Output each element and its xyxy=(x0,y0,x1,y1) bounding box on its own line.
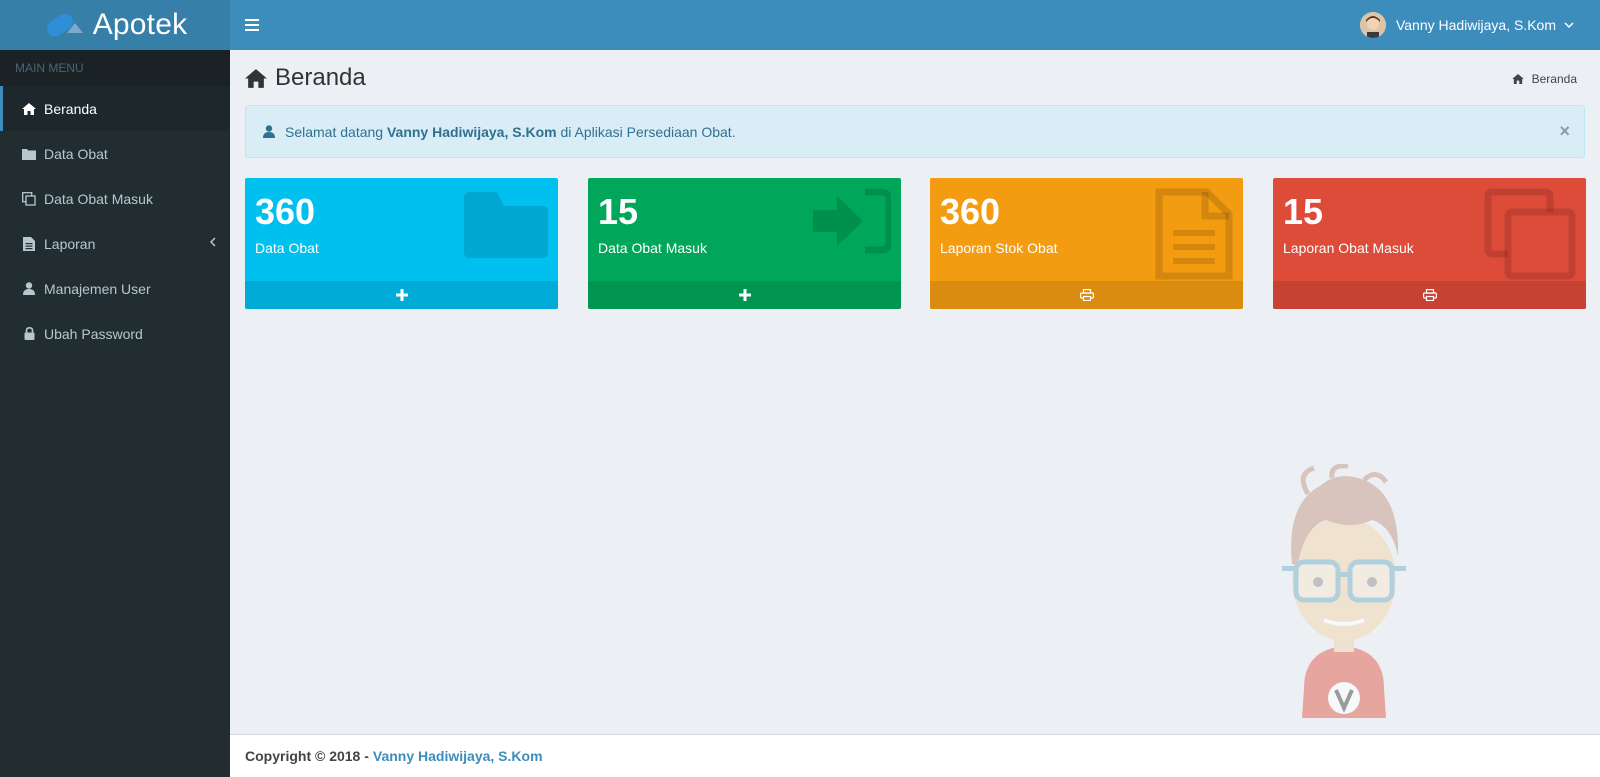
page-header: Beranda xyxy=(245,64,366,92)
sidebar-item-data-obat-masuk[interactable]: Data Obat Masuk xyxy=(0,176,230,221)
breadcrumb-item[interactable]: Beranda xyxy=(1532,72,1577,86)
sidebar-item-manajemen-user[interactable]: Manajemen User xyxy=(0,266,230,311)
stat-box-data-obat-masuk: 15 Data Obat Masuk xyxy=(588,178,901,309)
sidebar-item-laporan[interactable]: Laporan xyxy=(0,221,230,266)
print-icon xyxy=(1422,289,1437,301)
plus-icon xyxy=(738,289,751,301)
avatar xyxy=(1359,12,1386,38)
sidebar-item-label: Manajemen User xyxy=(44,280,151,297)
folder-icon xyxy=(464,192,548,258)
page-title: Beranda xyxy=(275,64,366,91)
home-icon xyxy=(1511,74,1524,84)
home-icon xyxy=(21,101,37,117)
copyright-text: Copyright © 2018 - xyxy=(245,748,369,764)
stat-boxes: 360 Data Obat 15 Data Obat Masuk 360 Lap… xyxy=(245,178,1586,310)
chevron-left-icon xyxy=(209,237,216,247)
user-menu[interactable]: Vanny Hadiwijaya, S.Kom xyxy=(1359,0,1574,50)
sidebar-toggle-button[interactable] xyxy=(230,0,274,50)
user-icon xyxy=(21,281,37,297)
app-name: Apotek xyxy=(92,8,188,41)
file-text-icon xyxy=(1155,188,1233,280)
add-data-obat-button[interactable] xyxy=(245,281,558,309)
copy-icon xyxy=(1484,188,1576,280)
breadcrumb[interactable]: Beranda xyxy=(1511,72,1577,86)
app-logo[interactable]: Apotek xyxy=(0,0,230,50)
file-icon xyxy=(21,236,37,252)
print-icon xyxy=(1079,289,1094,301)
chevron-down-icon xyxy=(1564,22,1574,29)
sidebar: MAIN MENU Beranda Data Obat Data Obat Ma… xyxy=(0,50,230,777)
sidebar-item-ubah-password[interactable]: Ubah Password xyxy=(0,311,230,356)
stat-box-data-obat: 360 Data Obat xyxy=(245,178,558,309)
copy-icon xyxy=(21,191,37,207)
close-icon[interactable]: × xyxy=(1559,121,1570,142)
sidebar-item-label: Data Obat xyxy=(44,145,108,162)
alert-user-name: Vanny Hadiwijaya, S.Kom xyxy=(386,123,557,140)
sidebar-item-data-obat[interactable]: Data Obat xyxy=(0,131,230,176)
alert-suffix: di Aplikasi Persediaan Obat. xyxy=(560,123,736,140)
sidebar-item-label: Laporan xyxy=(44,235,96,252)
pill-icon xyxy=(46,13,83,37)
user-name: Vanny Hadiwijaya, S.Kom xyxy=(1395,17,1556,33)
sign-in-icon xyxy=(813,188,891,254)
menu-header: MAIN MENU xyxy=(0,50,230,86)
top-navbar: Apotek Vanny Hadiwijaya, S.Kom xyxy=(0,0,1600,50)
main-content: Beranda Beranda Selamat datang Vanny Had… xyxy=(230,50,1600,734)
welcome-alert: Selamat datang Vanny Hadiwijaya, S.Kom d… xyxy=(245,105,1585,158)
folder-icon xyxy=(21,146,37,162)
hamburger-icon xyxy=(245,19,259,31)
sidebar-item-label: Ubah Password xyxy=(44,325,143,342)
print-stok-obat-button[interactable] xyxy=(930,281,1243,309)
plus-icon xyxy=(395,289,408,301)
author-link[interactable]: Vanny Hadiwijaya, S.Kom xyxy=(373,748,543,764)
print-obat-masuk-button[interactable] xyxy=(1273,281,1586,309)
stat-box-laporan-obat-masuk: 15 Laporan Obat Masuk xyxy=(1273,178,1586,309)
stat-box-laporan-stok-obat: 360 Laporan Stok Obat xyxy=(930,178,1243,309)
user-icon xyxy=(263,125,275,138)
sidebar-item-label: Data Obat Masuk xyxy=(44,190,153,207)
sidebar-item-beranda[interactable]: Beranda xyxy=(0,86,230,131)
home-icon xyxy=(245,68,267,88)
alert-prefix: Selamat datang xyxy=(285,123,384,140)
page-footer: Copyright © 2018 - Vanny Hadiwijaya, S.K… xyxy=(230,734,1600,777)
lock-icon xyxy=(21,326,37,342)
add-data-obat-masuk-button[interactable] xyxy=(588,281,901,309)
mascot-illustration xyxy=(1282,464,1406,718)
sidebar-item-label: Beranda xyxy=(44,100,97,117)
